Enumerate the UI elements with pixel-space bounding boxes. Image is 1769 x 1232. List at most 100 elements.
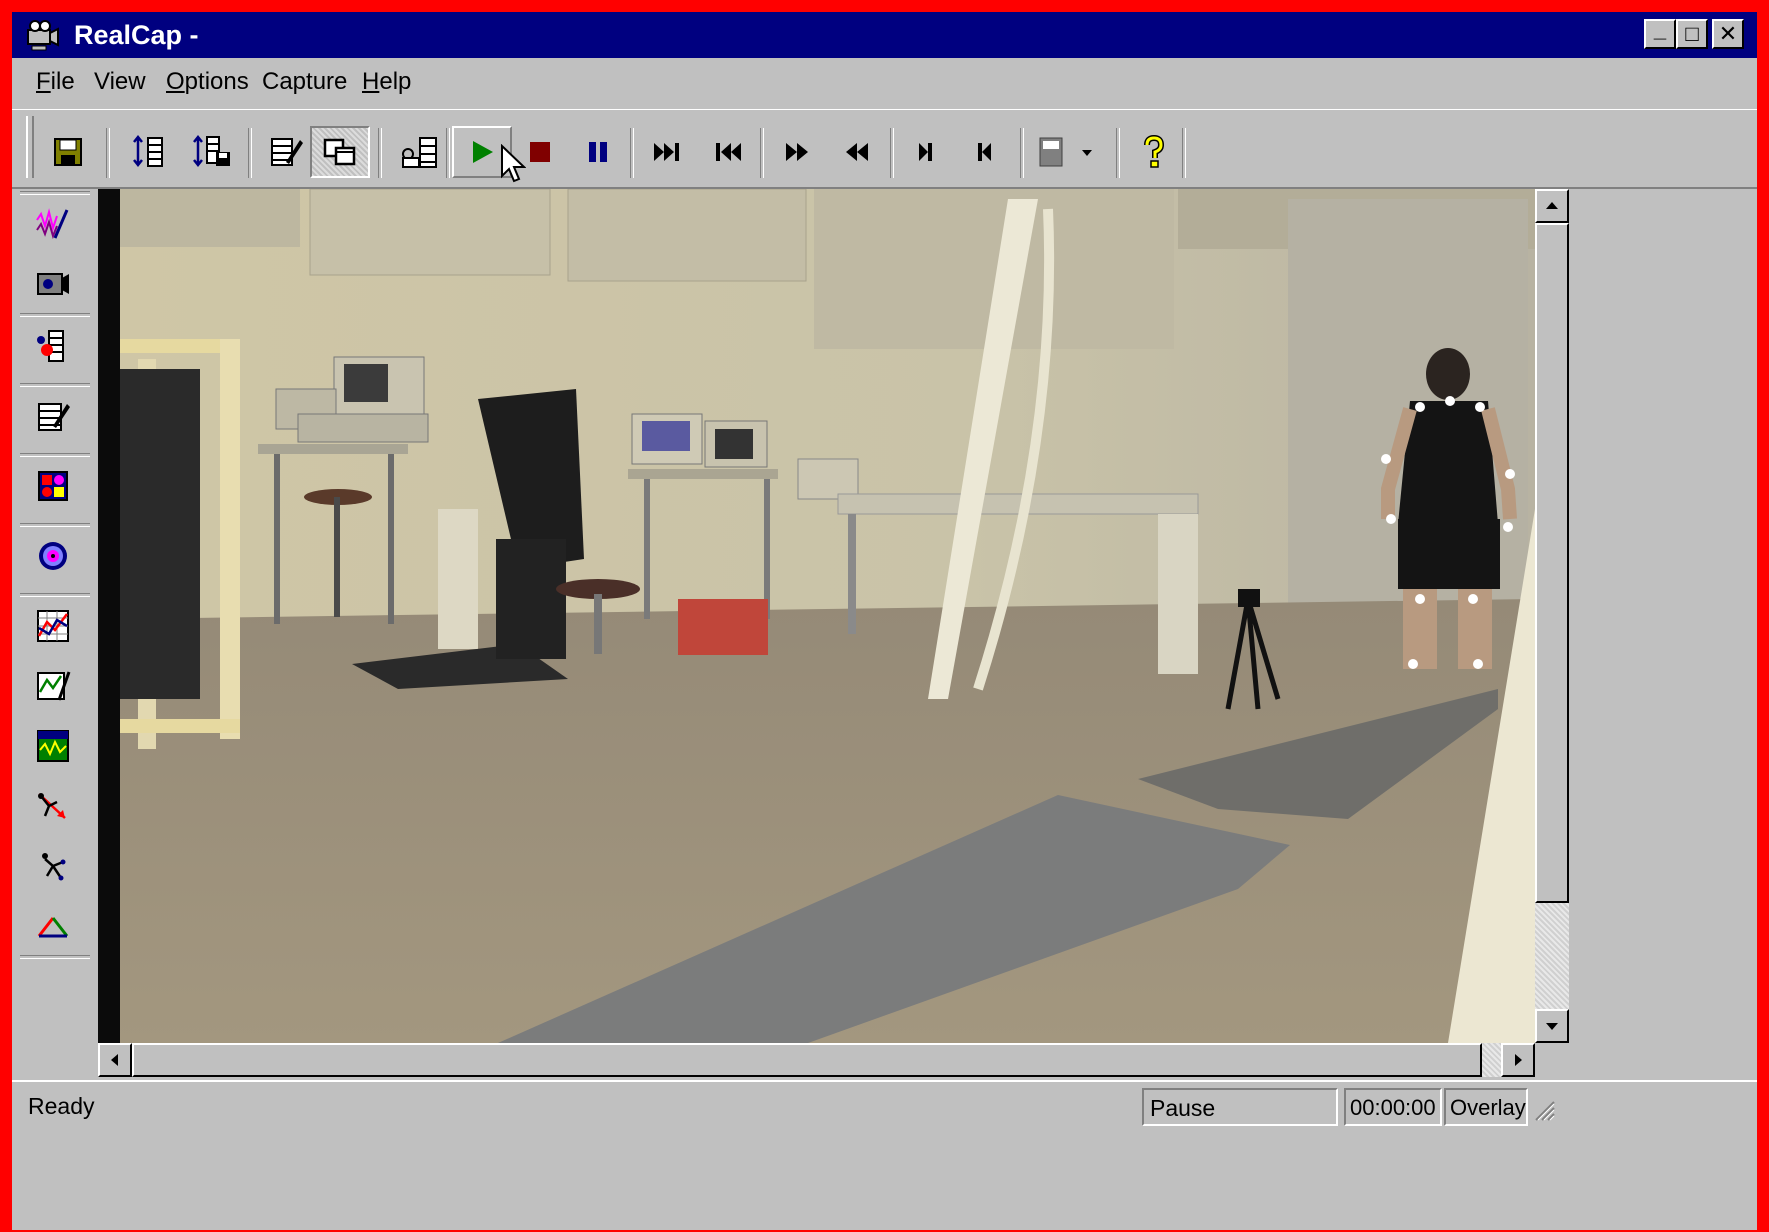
skip-to-start-icon bbox=[716, 143, 741, 161]
arrow-right-icon bbox=[1515, 1054, 1522, 1066]
display-dropdown-button[interactable] bbox=[1028, 126, 1108, 178]
insert-frames-icon bbox=[133, 134, 163, 168]
insert-file-icon bbox=[193, 134, 230, 168]
video-camera-button[interactable] bbox=[30, 261, 76, 307]
menu-view-label: View bbox=[94, 68, 146, 95]
insert-frames-button[interactable] bbox=[120, 126, 180, 178]
app-camera-icon bbox=[27, 20, 59, 51]
waveform-icon bbox=[36, 208, 69, 240]
pause-icon bbox=[589, 142, 607, 162]
close-button[interactable]: ✕ bbox=[1712, 19, 1744, 49]
maximize-icon: □ bbox=[1685, 21, 1699, 46]
video-viewport[interactable] bbox=[98, 189, 1535, 1043]
play-icon bbox=[473, 141, 493, 163]
vertical-scrollbar[interactable] bbox=[1535, 189, 1569, 1043]
rewind-button[interactable] bbox=[826, 126, 886, 178]
menu-view[interactable]: View bbox=[94, 68, 146, 96]
step-forward-icon bbox=[919, 143, 932, 161]
graph-button[interactable] bbox=[30, 603, 76, 649]
color-grid-icon bbox=[38, 471, 68, 501]
toolbar-grip[interactable] bbox=[26, 116, 34, 178]
status-overlay: Overlay bbox=[1444, 1088, 1528, 1126]
menu-options-label: ptions bbox=[184, 68, 249, 95]
status-bar: Ready Pause 00:00:00 Overlay bbox=[12, 1080, 1757, 1130]
menu-options-mnemonic: O bbox=[166, 68, 185, 95]
menu-options[interactable]: Options bbox=[166, 68, 249, 96]
skeleton-arrow-icon bbox=[38, 793, 66, 819]
scroll-left-button[interactable] bbox=[98, 1043, 132, 1077]
window-title: RealCap - bbox=[74, 20, 199, 50]
toolbar-separator bbox=[446, 128, 450, 178]
chart-tools-button[interactable] bbox=[30, 663, 76, 709]
menu-file[interactable]: File bbox=[36, 68, 75, 96]
stop-icon bbox=[530, 142, 550, 162]
skeleton-arrow-button[interactable] bbox=[30, 783, 76, 829]
left-toolbar bbox=[12, 189, 102, 1179]
save-button[interactable] bbox=[38, 126, 98, 178]
horizontal-scrollbar[interactable] bbox=[98, 1043, 1535, 1077]
film-marker-icon bbox=[37, 330, 64, 362]
scroll-down-button[interactable] bbox=[1535, 1009, 1569, 1043]
toolbar-separator bbox=[630, 128, 634, 178]
status-mode: Pause bbox=[1142, 1088, 1338, 1126]
color-grid-button[interactable] bbox=[30, 463, 76, 509]
pause-button[interactable] bbox=[568, 126, 628, 178]
window-toggle-button[interactable] bbox=[310, 126, 370, 178]
menu-capture-label: Capture bbox=[262, 68, 348, 95]
title-bar[interactable]: RealCap - _ □ ✕ bbox=[12, 12, 1757, 58]
vertical-scroll-thumb[interactable] bbox=[1535, 223, 1569, 903]
toolbar-separator bbox=[1116, 128, 1120, 178]
edit-clip-button[interactable] bbox=[256, 126, 316, 178]
menu-help-mnemonic: H bbox=[362, 68, 380, 95]
maximize-button[interactable]: □ bbox=[1676, 19, 1708, 49]
horizontal-scroll-thumb[interactable] bbox=[132, 1043, 1482, 1077]
insert-file-button[interactable] bbox=[182, 126, 242, 178]
help-icon bbox=[1144, 135, 1165, 168]
menu-capture[interactable]: Capture bbox=[262, 68, 347, 96]
scroll-up-button[interactable] bbox=[1535, 189, 1569, 223]
fast-forward-icon bbox=[786, 143, 808, 161]
left-toolbar-separator bbox=[20, 191, 90, 195]
menu-help[interactable]: Help bbox=[362, 68, 411, 96]
scroll-corner bbox=[1535, 1043, 1569, 1077]
fast-forward-button[interactable] bbox=[768, 126, 828, 178]
help-button[interactable] bbox=[1124, 126, 1184, 178]
video-frame bbox=[98, 189, 1535, 1043]
toolbar-separator bbox=[248, 128, 252, 178]
minimize-button[interactable]: _ bbox=[1644, 17, 1676, 49]
camera-film-icon bbox=[402, 137, 437, 168]
toolbar-separator bbox=[378, 128, 382, 178]
target-icon bbox=[39, 542, 67, 570]
chart-tools-icon bbox=[37, 671, 71, 701]
step-forward-button[interactable] bbox=[896, 126, 956, 178]
camera-film-button[interactable] bbox=[390, 126, 450, 178]
video-camera-icon bbox=[37, 273, 69, 295]
mouse-cursor-icon bbox=[501, 144, 526, 183]
window-toggle-icon bbox=[323, 138, 356, 166]
scroll-right-button[interactable] bbox=[1501, 1043, 1535, 1077]
left-toolbar-separator bbox=[20, 383, 90, 387]
stick-figure-icon bbox=[42, 853, 66, 881]
film-marker-button[interactable] bbox=[30, 323, 76, 369]
menu-bar: File View Options Capture Help bbox=[12, 58, 1757, 106]
waveform-button[interactable] bbox=[30, 201, 76, 247]
toolbar-separator bbox=[1020, 128, 1024, 178]
left-toolbar-separator bbox=[20, 453, 90, 457]
edit-sheet-button[interactable] bbox=[30, 393, 76, 439]
rewind-icon bbox=[846, 143, 868, 161]
skip-to-start-button[interactable] bbox=[698, 126, 758, 178]
skip-to-end-button[interactable] bbox=[638, 126, 698, 178]
signal-panel-button[interactable] bbox=[30, 723, 76, 769]
left-toolbar-separator bbox=[20, 523, 90, 527]
resize-grip-icon[interactable] bbox=[1532, 1098, 1556, 1122]
target-button[interactable] bbox=[30, 533, 76, 579]
close-icon: ✕ bbox=[1718, 21, 1738, 46]
triangle-icon bbox=[37, 917, 69, 938]
left-toolbar-separator bbox=[20, 313, 90, 317]
skip-to-end-icon bbox=[654, 143, 679, 161]
triangle-button[interactable] bbox=[30, 903, 76, 949]
step-back-button[interactable] bbox=[954, 126, 1014, 178]
stick-figure-button[interactable] bbox=[30, 843, 76, 889]
arrow-down-icon bbox=[1546, 1023, 1558, 1030]
left-toolbar-separator bbox=[20, 955, 90, 959]
